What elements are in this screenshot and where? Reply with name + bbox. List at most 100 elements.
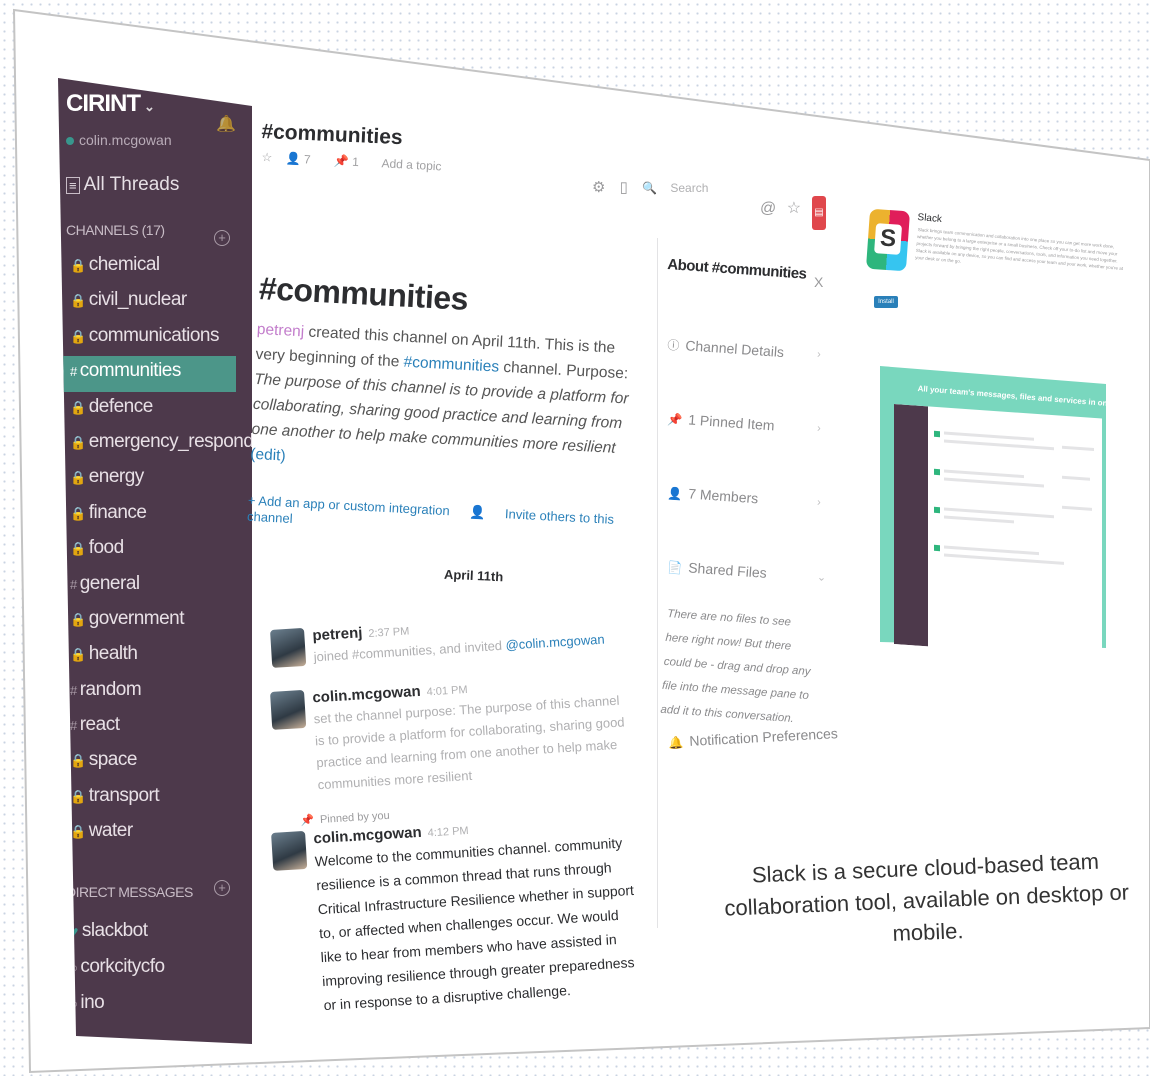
message-time[interactable]: 4:12 PM	[427, 825, 469, 839]
lock-icon: 🔒	[70, 293, 86, 309]
panel-divider	[657, 238, 658, 928]
mentions-icon[interactable]: @	[760, 200, 776, 217]
message-time[interactable]: 4:01 PM	[426, 684, 468, 698]
dm-item-ino[interactable]: ○ino	[58, 988, 252, 1024]
sidebar-item-chemical[interactable]: 🔒 chemical	[58, 250, 252, 285]
sidebar-item-label: health	[88, 643, 138, 665]
edit-purpose-link[interactable]: (edit)	[250, 446, 286, 465]
mock-line	[944, 515, 1014, 524]
lock-icon: 🔒	[70, 328, 86, 344]
lock-icon: 🔒	[70, 505, 86, 521]
sidebar-item-label: government	[88, 607, 185, 629]
sidebar-item-health[interactable]: 🔒 health	[58, 639, 252, 674]
member-count[interactable]: 👤 7	[285, 151, 321, 167]
install-button[interactable]: Install	[874, 296, 898, 308]
avatar[interactable]	[270, 627, 307, 668]
pin-count[interactable]: 📌 1	[334, 154, 370, 170]
mock-line	[944, 553, 1064, 565]
sidebar-item-random[interactable]: # random	[58, 675, 252, 710]
sidebar-item-energy[interactable]: 🔒 energy	[58, 462, 252, 497]
mock-line	[1062, 475, 1090, 481]
hash-icon: #	[70, 576, 77, 592]
sidebar-item-react[interactable]: # react	[58, 710, 252, 745]
sidebar: CIRINT ⌄ 🔔 colin.mcgowan ≡ All Threads CHA…	[58, 78, 252, 1044]
lock-icon: 🔒	[70, 824, 86, 840]
sidebar-item-emergency-responders[interactable]: 🔒 emergency_responders	[58, 427, 252, 462]
sidebar-item-label: space	[88, 749, 138, 771]
sidebar-item-civil-nuclear[interactable]: 🔒 civil_nuclear	[58, 285, 252, 320]
all-threads-link[interactable]: ≡ All Threads	[66, 174, 179, 196]
add-dm-plus-icon[interactable]: +	[214, 880, 230, 896]
sidebar-item-communications[interactable]: 🔒 communications	[58, 321, 252, 356]
sidebar-item-communities[interactable]: # communities	[58, 356, 236, 392]
sidebar-toggle-icon[interactable]: ▯	[620, 179, 628, 196]
mock-line	[1062, 445, 1094, 451]
message: colin.mcgowan 4:01 PM set the channel pur…	[270, 670, 636, 799]
lock-icon: 🔒	[70, 470, 86, 486]
sidebar-item-label: food	[88, 537, 124, 559]
gear-icon[interactable]: ⚙	[592, 179, 605, 196]
dm-item-slackbot[interactable]: ♥slackbot	[58, 916, 252, 952]
shared-files-empty: There are no files to see here right now…	[660, 607, 811, 726]
channel-intro: #communities petrenj created this channe…	[247, 270, 650, 544]
sidebar-item-label: water	[88, 820, 133, 842]
lock-icon: 🔒	[70, 258, 86, 273]
lock-icon: 🔒	[70, 753, 86, 769]
avatar[interactable]	[270, 689, 307, 730]
lock-icon: 🔒	[70, 541, 86, 557]
chevron-down-icon: ⌄	[144, 99, 155, 114]
dm-list: ♥slackbot○corkcitycfo○ino	[58, 916, 252, 1024]
info-icon: ⓘ	[666, 337, 680, 353]
presence-dot-icon	[66, 137, 74, 145]
sidebar-item-food[interactable]: 🔒 food	[58, 533, 252, 568]
notification-badge-icon[interactable]: ▤	[812, 196, 826, 230]
mock-line	[944, 469, 1024, 479]
search-input[interactable]: 🔍 Search	[642, 181, 718, 195]
mock-avatar	[934, 544, 940, 552]
sidebar-item-defence[interactable]: 🔒 defence	[58, 392, 252, 427]
threads-icon: ≡	[66, 177, 80, 194]
dm-item-label: corkcitycfo	[80, 956, 165, 977]
user-mention[interactable]: @colin.mcgowan	[505, 632, 605, 653]
chevron-right-icon: ›	[816, 496, 822, 509]
chevron-right-icon: ›	[816, 422, 822, 435]
star-icon[interactable]: ☆	[261, 150, 272, 165]
slack-logo-icon: S	[865, 208, 911, 272]
mock-line	[944, 439, 1054, 451]
sidebar-item-general[interactable]: # general	[58, 569, 252, 604]
creator-link[interactable]: petrenj	[256, 321, 304, 340]
mock-avatar	[934, 506, 940, 514]
avatar[interactable]	[271, 830, 308, 871]
close-icon[interactable]: X	[814, 274, 823, 290]
lock-icon: 🔒	[70, 788, 86, 804]
channel-link[interactable]: #communities	[403, 354, 499, 376]
current-user[interactable]: colin.mcgowan	[66, 132, 172, 148]
message-time[interactable]: 2:37 PM	[368, 626, 410, 640]
user-icon: 👤	[666, 485, 683, 502]
message-body: Welcome to the communities channel. comm…	[314, 834, 635, 1014]
chevron-down-icon: ⌄	[816, 571, 827, 585]
team-name[interactable]: CIRINT ⌄	[66, 90, 155, 118]
add-channel-plus-icon[interactable]: +	[214, 230, 230, 246]
channels-header[interactable]: CHANNELS (17)	[66, 222, 165, 238]
sidebar-item-government[interactable]: 🔒 government	[58, 604, 252, 639]
sidebar-item-transport[interactable]: 🔒 transport	[58, 781, 252, 816]
starred-icon[interactable]: ☆	[787, 200, 801, 217]
message-author[interactable]: petrenj	[312, 624, 363, 644]
sidebar-item-label: energy	[88, 466, 145, 488]
chevron-right-icon: ›	[816, 348, 822, 361]
user-icon: 👤	[468, 504, 486, 521]
sidebar-item-space[interactable]: 🔒 space	[58, 745, 252, 780]
bell-icon: 🔔	[668, 735, 684, 750]
dm-item-corkcitycfo[interactable]: ○corkcitycfo	[58, 952, 252, 988]
sidebar-item-label: general	[79, 572, 140, 594]
sidebar-item-finance[interactable]: 🔒 finance	[58, 498, 252, 533]
lock-icon: 🔒	[70, 399, 86, 415]
hash-icon: #	[70, 718, 77, 734]
pin-icon: 📌	[666, 411, 683, 428]
sidebar-item-water[interactable]: 🔒 water	[58, 816, 252, 851]
direct-messages-header[interactable]: DIRECT MESSAGES	[66, 884, 193, 900]
bell-icon[interactable]: 🔔	[216, 114, 236, 134]
sidebar-item-label: civil_nuclear	[88, 289, 188, 311]
hash-icon: #	[70, 682, 77, 698]
